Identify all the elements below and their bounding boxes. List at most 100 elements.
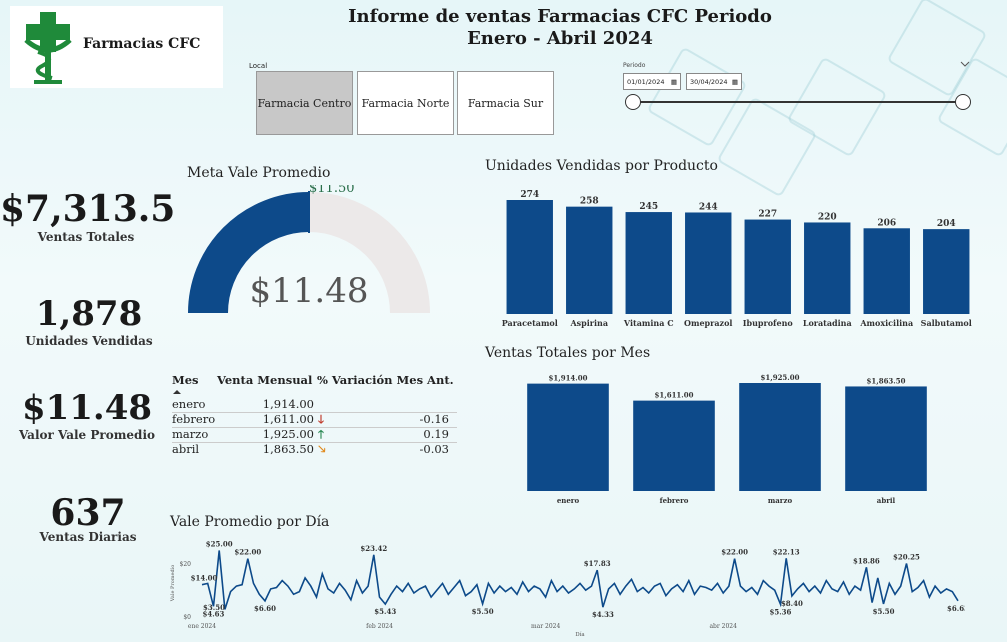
daily-series-line[interactable] [201, 550, 959, 610]
bar[interactable] [863, 228, 910, 314]
slicer-option-label: Farmacia Sur [467, 96, 544, 110]
x-tick-label: abr 2024 [709, 623, 737, 630]
bar[interactable] [625, 212, 672, 314]
pharmacy-cross-icon [24, 12, 72, 84]
bar-category-label: Amoxicilina [859, 318, 913, 328]
x-tick-label: feb 2024 [366, 623, 393, 630]
cell-venta: 1,925.00 [262, 427, 314, 441]
y-tick-label: $0 [183, 614, 191, 621]
kpi-ventas-totales-label: Ventas Totales [37, 230, 135, 244]
bar-data-label: 220 [818, 212, 837, 222]
kpi-unidades-vendidas-label: Unidades Vendidas [25, 334, 153, 348]
bar-data-label: $1,611.00 [655, 391, 694, 400]
bar-data-label: $1,863.50 [867, 376, 906, 385]
table-header-variacion[interactable]: % Variación Mes Ant. [317, 373, 454, 387]
products-bar-chart: 274 Paracetamol 258 Aspirina 245 Vitamina C 24… [502, 190, 972, 328]
point-data-label: $14.00 [191, 573, 218, 582]
bar-category-label: Salbutamol [921, 318, 972, 328]
kpi-valor-vale-label: Valor Vale Promedio [18, 428, 156, 442]
point-data-label: $3.50 [203, 603, 225, 612]
bar-data-label: 244 [699, 202, 718, 212]
table-row[interactable]: abril 1,863.50 🡖 -0.03 [172, 442, 457, 457]
bar[interactable] [845, 386, 927, 491]
cell-mes: febrero [172, 412, 216, 426]
y-tick-label: $20 [180, 561, 192, 568]
kpi-ventas-diarias-label: Ventas Diarias [39, 530, 137, 544]
y-axis-label: Vale Promedio [170, 565, 176, 603]
table-row[interactable]: enero 1,914.00 [172, 397, 457, 413]
bar-category-label: abril [877, 496, 896, 505]
bar-data-label: $1,925.00 [761, 373, 800, 382]
cell-venta: 1,611.00 [262, 412, 314, 426]
bar[interactable] [744, 219, 791, 314]
x-axis-label: Día [575, 631, 585, 638]
x-tick-label: ene 2024 [188, 623, 216, 630]
products-chart-title: Unidades Vendidas por Producto [485, 158, 718, 174]
daily-chart-title: Vale Promedio por Día [170, 514, 330, 530]
bar-category-label: Vitamina C [623, 318, 674, 328]
point-data-label: $22.13 [773, 547, 800, 556]
slicer-option-farmacia-centro[interactable]: Farmacia Centro [256, 71, 353, 135]
bar[interactable] [685, 212, 732, 314]
bar-data-label: 227 [758, 210, 777, 220]
bar[interactable] [739, 383, 821, 491]
period-slider-track[interactable] [632, 101, 962, 103]
cell-mes: abril [172, 442, 200, 456]
point-data-label: $5.50 [472, 607, 494, 616]
title-line-1: Informe de ventas Farmacias CFC Periodo [348, 6, 772, 27]
gauge-title: Meta Vale Promedio [187, 165, 331, 181]
arrow-down-right-icon: 🡖 [318, 442, 326, 456]
calendar-icon: ▦ [731, 78, 738, 86]
slicer-option-label: Farmacia Norte [361, 96, 450, 110]
slicer-option-farmacia-sur[interactable]: Farmacia Sur [457, 71, 554, 135]
kpi-unidades-vendidas-value: 1,878 [35, 294, 143, 334]
bar-category-label: marzo [768, 496, 793, 505]
chevron-down-icon[interactable] [960, 60, 970, 68]
bar-category-label: Paracetamol [502, 318, 558, 328]
bar[interactable] [527, 383, 609, 491]
cell-variacion: 0.19 [423, 427, 449, 441]
bar[interactable] [633, 400, 715, 491]
table-row[interactable]: febrero 1,611.00 🡓 -0.16 [172, 412, 457, 428]
bar[interactable] [923, 229, 970, 314]
table-header-mes[interactable]: Mes [172, 373, 199, 387]
slicer-label: Local [249, 62, 268, 70]
sort-ascending-icon[interactable] [172, 389, 182, 395]
start-date-input[interactable]: 01/01/2024 ▦ [623, 73, 681, 90]
point-data-label: $22.00 [234, 548, 261, 557]
bar-category-label: Omeprazol [684, 318, 732, 328]
title-line-2: Enero - Abril 2024 [467, 28, 653, 49]
point-data-label: $20.25 [893, 553, 920, 562]
table-row[interactable]: marzo 1,925.00 🡑 0.19 [172, 427, 457, 443]
gauge-chart: $11.50 $11.48 [188, 185, 430, 314]
bar-data-label: $1,914.00 [549, 374, 588, 383]
point-data-label: $5.36 [769, 607, 791, 616]
bar-data-label: 204 [937, 219, 956, 229]
cell-venta: 1,914.00 [262, 397, 314, 411]
end-date-input[interactable]: 30/04/2024 ▦ [686, 73, 742, 90]
period-slider-end-handle[interactable] [955, 94, 971, 110]
slicer-option-label: Farmacia Centro [257, 96, 352, 110]
cell-mes: marzo [172, 427, 209, 441]
months-bar-chart: $1,914.00 enero $1,611.00 febrero $1,925.00 m… [527, 373, 927, 505]
bar-category-label: Aspirina [569, 318, 608, 328]
kpi-valor-vale-value: $11.48 [21, 388, 153, 428]
x-tick-label: mar 2024 [531, 623, 560, 630]
slicer-option-farmacia-norte[interactable]: Farmacia Norte [357, 71, 454, 135]
bar[interactable] [804, 222, 851, 314]
point-data-label: $17.83 [584, 559, 611, 568]
report-title: Informe de ventas Farmacias CFC Periodo … [260, 6, 860, 50]
point-data-label: $5.43 [374, 607, 396, 616]
period-slider-start-handle[interactable] [625, 94, 641, 110]
period-label: Periodo [623, 62, 646, 69]
end-date-value: 30/04/2024 [690, 78, 728, 86]
gauge-target-label: $11.50 [309, 185, 355, 196]
bar-data-label: 245 [639, 202, 658, 212]
bar[interactable] [566, 206, 613, 314]
table-header-venta[interactable]: Venta Mensual [217, 373, 312, 387]
logo: Farmacias CFC [10, 6, 223, 88]
bar-category-label: Ibuprofeno [743, 318, 794, 328]
cell-venta: 1,863.50 [262, 442, 314, 456]
calendar-icon: ▦ [670, 78, 677, 86]
bar[interactable] [506, 200, 553, 314]
